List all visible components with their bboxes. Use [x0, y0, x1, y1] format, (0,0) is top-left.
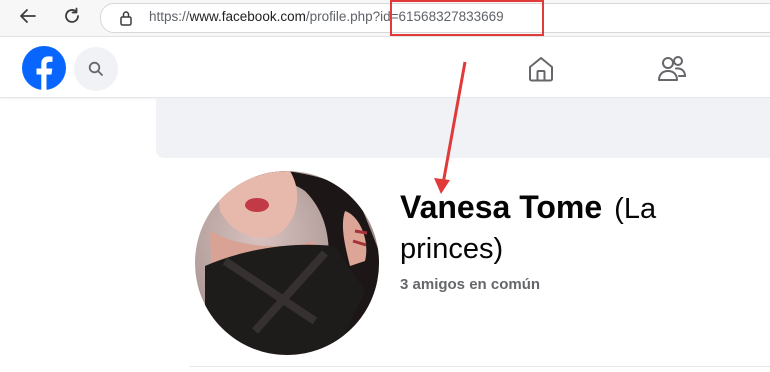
friends-icon[interactable] [656, 54, 688, 84]
section-divider [190, 366, 770, 367]
back-arrow-icon [20, 9, 36, 23]
search-button[interactable] [74, 47, 118, 91]
facebook-header [0, 37, 770, 98]
url-prefix: https:// [149, 9, 190, 24]
back-button[interactable] [14, 4, 42, 28]
profile-photo [195, 171, 379, 355]
home-icon[interactable] [526, 54, 556, 84]
profile-main-name: Vanesa Tome [400, 189, 603, 225]
cover-photo-area [156, 98, 770, 158]
lock-icon[interactable] [119, 10, 133, 26]
url-highlight-box [390, 0, 544, 36]
profile-name: Vanesa Tome (La princes) [400, 187, 700, 269]
url-domain: www.facebook.com [189, 9, 306, 24]
browser-toolbar: https://www.facebook.com/profile.php?id=… [0, 0, 770, 37]
reload-button[interactable] [58, 4, 86, 28]
profile-avatar[interactable] [195, 171, 379, 355]
reload-icon [65, 7, 79, 23]
search-icon [88, 61, 103, 76]
facebook-logo-icon[interactable] [22, 46, 66, 90]
mutual-friends-link[interactable]: 3 amigos en común [400, 276, 540, 293]
